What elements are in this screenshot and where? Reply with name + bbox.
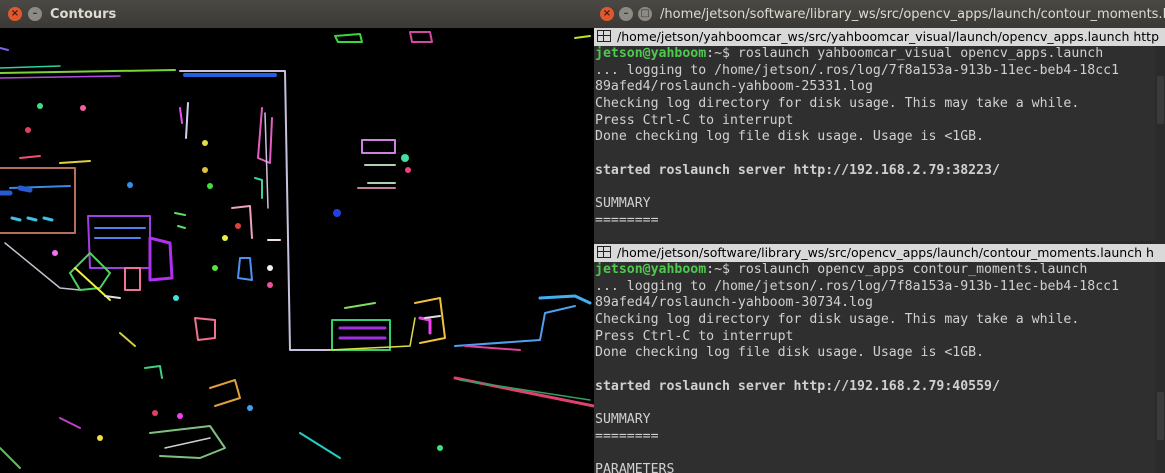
contours-window: × – Contours: [0, 0, 594, 473]
terminal-pane-tab-title: /home/jetson/yahboomcar_ws/src/yahboomca…: [617, 29, 1160, 44]
contours-window-title: Contours: [50, 7, 117, 22]
terminal-line: SUMMARY: [595, 412, 651, 428]
terminal-line: started roslaunch server http://192.168.…: [595, 378, 1000, 394]
terminal-window-title: /home/jetson/software/library_ws/src/ope…: [660, 7, 1165, 22]
terminal-line: Press Ctrl-C to interrupt: [595, 112, 794, 128]
minimize-icon[interactable]: –: [28, 7, 42, 21]
contours-image: [0, 28, 594, 473]
maximize-icon[interactable]: □: [638, 7, 652, 21]
terminal-line: PARAMETERS: [595, 462, 675, 473]
terminal-line: 89afed4/roslaunch-yahboom-25331.log: [595, 79, 873, 95]
terminal-line: Press Ctrl-C to interrupt: [595, 328, 794, 344]
terminal-pane-2[interactable]: /home/jetson/software/library_ws/src/ope…: [594, 244, 1165, 473]
close-icon[interactable]: ×: [600, 7, 614, 21]
terminal-pane-1[interactable]: /home/jetson/yahboomcar_ws/src/yahboomca…: [594, 28, 1165, 241]
terminal-line: started roslaunch server http://192.168.…: [595, 162, 1000, 178]
terminal-line: ... logging to /home/jetson/.ros/log/7f8…: [595, 62, 1120, 78]
terminal-line: ========: [595, 212, 659, 228]
terminal-line: 89afed4/roslaunch-yahboom-30734.log: [595, 295, 873, 311]
contours-titlebar[interactable]: × – Contours: [0, 0, 594, 28]
terminal-line: Checking log directory for disk usage. T…: [595, 312, 1080, 328]
minimize-icon[interactable]: –: [619, 7, 633, 21]
terminal-scroll-thumb[interactable]: [1157, 76, 1164, 124]
terminal-prompt-line: jetson@yahboom:~$ roslaunch yahboomcar_v…: [595, 46, 1155, 63]
terminal-line: ... logging to /home/jetson/.ros/log/7f8…: [595, 278, 1120, 294]
close-icon[interactable]: ×: [8, 7, 22, 21]
terminal-prompt-line: jetson@yahboom:~$ roslaunch opencv_apps …: [595, 262, 1155, 279]
prompt-user: jetson@yahboom: [595, 262, 707, 277]
terminal-pane-tab-title: /home/jetson/software/library_ws/src/ope…: [617, 245, 1154, 260]
terminal-line: SUMMARY: [595, 196, 651, 212]
terminal-scrollbar[interactable]: [1155, 262, 1165, 473]
terminal-output[interactable]: jetson@yahboom:~$ roslaunch yahboomcar_v…: [594, 46, 1155, 241]
prompt-user: jetson@yahboom: [595, 46, 707, 61]
terminal-scrollbar[interactable]: [1155, 46, 1165, 241]
terminal-titlebar[interactable]: × – □ /home/jetson/software/library_ws/s…: [594, 0, 1165, 28]
terminal-line: Done checking log file disk usage. Usage…: [595, 129, 985, 145]
terminal-line: Checking log directory for disk usage. T…: [595, 96, 1080, 112]
prompt-command: :~$ roslaunch yahboomcar_visual opencv_a…: [706, 46, 1104, 61]
prompt-command: :~$ roslaunch opencv_apps contour_moment…: [706, 262, 1088, 277]
terminal-line: Done checking log file disk usage. Usage…: [595, 345, 985, 361]
terminal-pane-tab-1[interactable]: /home/jetson/yahboomcar_ws/src/yahboomca…: [594, 28, 1165, 46]
terminal-tab-icon: [597, 246, 611, 258]
terminal-window: × – □ /home/jetson/software/library_ws/s…: [594, 0, 1165, 473]
terminal-scroll-thumb[interactable]: [1157, 392, 1164, 440]
terminal-output[interactable]: jetson@yahboom:~$ roslaunch opencv_apps …: [594, 262, 1155, 473]
terminal-line: ========: [595, 428, 659, 444]
terminal-tab-icon: [597, 30, 611, 42]
terminal-pane-tab-2[interactable]: /home/jetson/software/library_ws/src/ope…: [594, 244, 1165, 262]
